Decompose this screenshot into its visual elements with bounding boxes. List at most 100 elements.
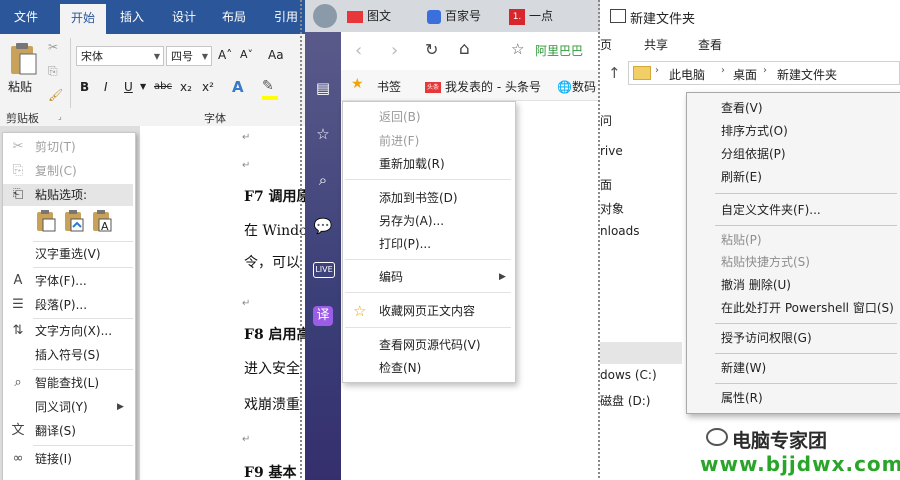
menu-item-cut[interactable]: ✂ 剪切(T) xyxy=(3,136,133,158)
chat-icon[interactable]: 💬 xyxy=(313,216,333,236)
menu-item-forward[interactable]: 前进(F) xyxy=(343,130,513,152)
reload-icon[interactable]: ↻ xyxy=(425,40,438,59)
underline-button[interactable]: U xyxy=(124,80,133,94)
breadcrumb-desktop[interactable]: 桌面 xyxy=(733,66,757,83)
paste-big-icon[interactable] xyxy=(8,42,38,76)
menu-item-sort-by[interactable]: 排序方式(O) xyxy=(687,120,899,142)
tab-home[interactable]: 开始 xyxy=(60,4,106,34)
browser-tab-toutiao[interactable]: 图文 xyxy=(347,4,391,28)
format-painter-icon[interactable]: 🖌 xyxy=(48,88,63,102)
nav-item[interactable]: 对象 xyxy=(600,200,624,217)
bold-button[interactable]: B xyxy=(80,80,89,94)
reader-icon[interactable]: ▤ xyxy=(313,78,333,98)
menu-item-print[interactable]: 打印(P)... xyxy=(343,233,513,255)
menu-item-add-bookmark[interactable]: 添加到书签(D) xyxy=(343,187,513,209)
menu-item-link[interactable]: ∞ 链接(I) xyxy=(3,448,133,470)
cut-icon[interactable]: ✂ xyxy=(48,40,58,54)
paste-text-only-icon[interactable]: A xyxy=(91,209,113,233)
nav-item-d-drive[interactable]: 磁盘 (D:) xyxy=(600,392,650,409)
menu-item-inspect[interactable]: 检查(N) xyxy=(343,357,513,379)
copy-icon: ⎘ xyxy=(12,163,24,178)
tab-design[interactable]: 设计 xyxy=(164,0,204,34)
menu-item-save-content[interactable]: ☆ 收藏网页正文内容 xyxy=(343,300,513,322)
menu-item-paste[interactable]: 粘贴(P) xyxy=(687,229,899,251)
breadcrumb-new-folder[interactable]: 新建文件夹 xyxy=(777,66,837,83)
grow-font-button[interactable]: A˄ xyxy=(218,48,232,62)
change-case-button[interactable]: Aa xyxy=(268,48,284,62)
menu-item-reload[interactable]: 重新加载(R) xyxy=(343,153,513,175)
bookmark-digital[interactable]: 🌐数码 xyxy=(557,78,596,95)
menu-item-insert-symbol[interactable]: 插入符号(S) xyxy=(3,344,133,366)
menu-item-paste-options[interactable]: ⎗ 粘贴选项: xyxy=(3,184,133,206)
bookmark-star-icon[interactable]: ☆ xyxy=(511,40,524,58)
tab-file[interactable]: 文件 xyxy=(0,0,52,34)
menu-item-group-by[interactable]: 分组依据(P) xyxy=(687,143,899,165)
font-size-combo[interactable]: 四号 ▼ xyxy=(166,46,212,66)
nav-item[interactable]: nloads xyxy=(600,224,640,238)
tab-home[interactable]: 页 xyxy=(600,36,612,53)
menu-item-font[interactable]: A 字体(F)... xyxy=(3,270,133,292)
menu-item-give-access[interactable]: 授予访问权限(G) xyxy=(687,327,899,349)
italic-button[interactable]: I xyxy=(104,80,108,94)
menu-item-new[interactable]: 新建(W) xyxy=(687,357,899,379)
menu-item-save-as[interactable]: 另存为(A)... xyxy=(343,210,513,232)
browser-tab-baijiahao[interactable]: 百家号 xyxy=(427,4,481,28)
bookmarks-label[interactable]: 书签 xyxy=(377,78,401,95)
paste-keep-formatting-icon[interactable] xyxy=(35,209,57,233)
menu-item-paste-shortcut[interactable]: 粘贴快捷方式(S) xyxy=(687,251,899,273)
menu-item-text-direction[interactable]: ⇅ 文字方向(X)... xyxy=(3,320,133,342)
menu-item-translate[interactable]: 文 翻译(S) xyxy=(3,420,133,442)
font-name-combo[interactable]: 宋体 ▼ xyxy=(76,46,164,66)
star-icon[interactable]: ☆ xyxy=(313,124,333,144)
menu-item-open-powershell[interactable]: 在此处打开 Powershell 窗口(S) xyxy=(687,297,899,319)
chevron-down-icon[interactable]: ▼ xyxy=(140,82,146,91)
nav-item[interactable]: rive xyxy=(600,144,623,158)
address-bar[interactable]: › 此电脑 › 桌面 › 新建文件夹 xyxy=(628,61,900,85)
menu-item-encoding[interactable]: 编码 ▶ xyxy=(343,266,513,288)
menu-item-copy[interactable]: ⎘ 复制(C) xyxy=(3,160,133,182)
up-arrow-icon[interactable]: ↑ xyxy=(608,64,621,82)
menu-item-refresh[interactable]: 刷新(E) xyxy=(687,166,899,188)
breadcrumb-this-pc[interactable]: 此电脑 xyxy=(669,66,705,83)
menu-item-back[interactable]: 返回(B) xyxy=(343,106,513,128)
superscript-button[interactable]: x² xyxy=(202,80,214,94)
copy-icon[interactable]: ⎘ xyxy=(48,64,58,79)
tab-share[interactable]: 共享 xyxy=(644,36,668,53)
nav-item[interactable]: 面 xyxy=(600,176,612,193)
menu-item-synonyms[interactable]: 同义词(Y) ▶ xyxy=(3,396,133,418)
bookmark-toutiao[interactable]: 头条 我发表的 - 头条号 xyxy=(425,78,541,95)
back-icon[interactable]: ‹ xyxy=(355,40,362,61)
paste-merge-formatting-icon[interactable] xyxy=(63,209,85,233)
menu-item-reconvert[interactable]: 汉字重选(V) xyxy=(3,243,133,265)
tab-view[interactable]: 查看 xyxy=(698,36,722,53)
subscript-button[interactable]: x₂ xyxy=(180,80,192,94)
strikethrough-button[interactable]: abc xyxy=(154,81,172,92)
menu-item-view-source[interactable]: 查看网页源代码(V) xyxy=(343,334,513,356)
browser-tab-yidian[interactable]: 1. 一点 xyxy=(509,4,553,28)
menu-item-customize-folder[interactable]: 自定义文件夹(F)... xyxy=(687,199,899,221)
menu-item-smart-lookup[interactable]: ⌕ 智能查找(L) xyxy=(3,372,133,394)
nav-item-c-drive[interactable]: dows (C:) xyxy=(600,368,657,382)
globe-icon: 🌐 xyxy=(557,80,572,94)
highlight-pen-icon[interactable]: ✎ xyxy=(262,78,274,94)
forward-icon[interactable]: › xyxy=(391,40,398,61)
nav-item[interactable]: 问 xyxy=(600,112,612,129)
home-icon[interactable]: ⌂ xyxy=(459,39,470,59)
menu-item-undo-delete[interactable]: 撤消 删除(U) xyxy=(687,274,899,296)
menu-item-view[interactable]: 查看(V) xyxy=(687,97,899,119)
tab-insert[interactable]: 插入 xyxy=(112,0,152,34)
document-page[interactable] xyxy=(140,126,305,480)
search-icon[interactable]: ⌕ xyxy=(313,170,333,190)
nav-item-selected[interactable] xyxy=(600,342,682,364)
translate-icon[interactable]: 译 xyxy=(313,306,333,326)
clipboard-launcher-icon[interactable]: ⌟ xyxy=(58,112,62,121)
address-bar-text[interactable]: 阿里巴巴 xyxy=(535,42,583,59)
live-icon[interactable]: LIVE xyxy=(313,262,335,278)
tab-layout[interactable]: 布局 xyxy=(214,0,254,34)
text-effects-icon[interactable]: A xyxy=(232,78,244,96)
paste-button[interactable]: 粘贴 xyxy=(8,78,32,95)
menu-item-properties[interactable]: 属性(R) xyxy=(687,387,899,409)
shrink-font-button[interactable]: A˅ xyxy=(240,48,253,61)
menu-item-paragraph[interactable]: ☰ 段落(P)... xyxy=(3,294,133,316)
user-avatar[interactable] xyxy=(313,4,337,28)
